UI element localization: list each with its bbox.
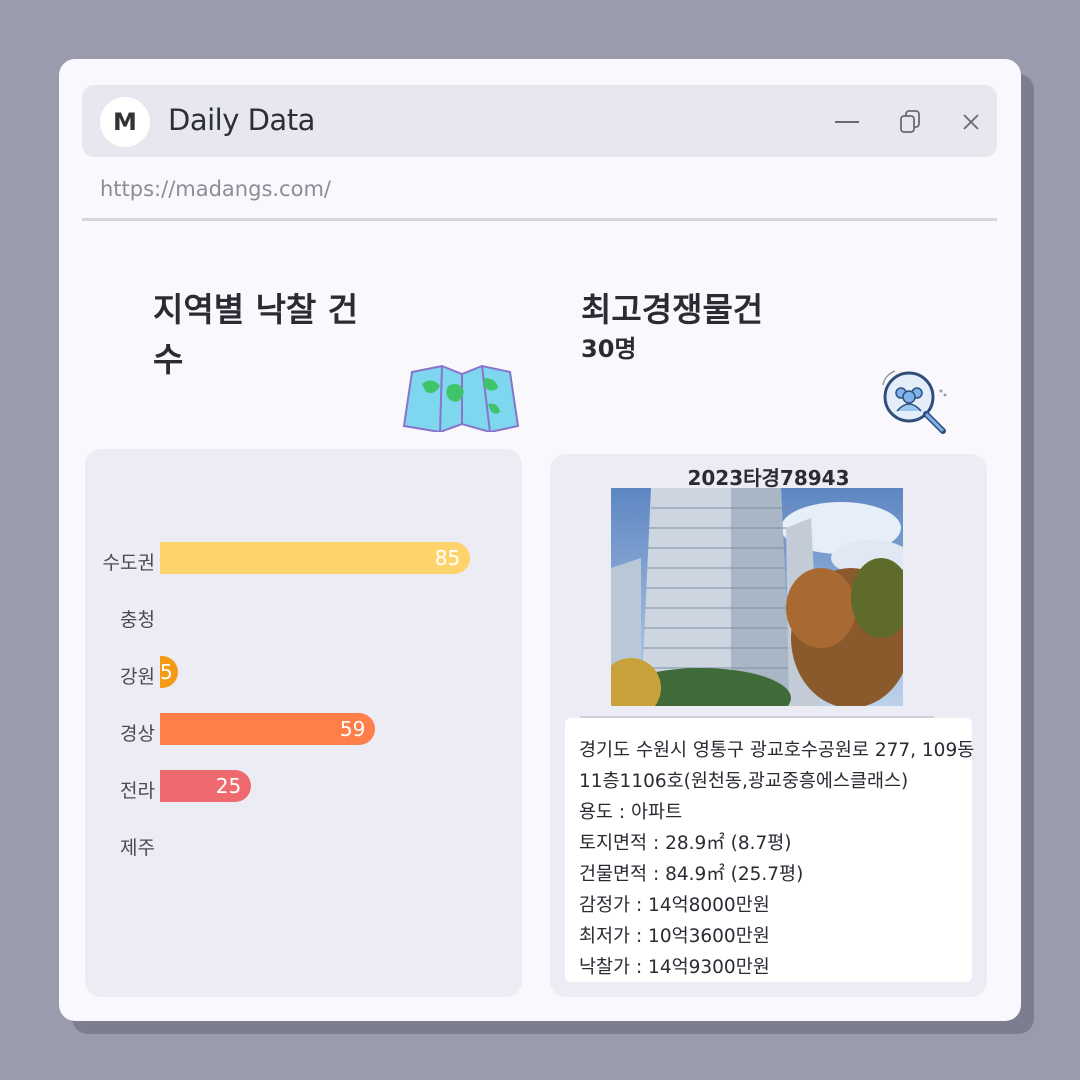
app-logo: M [100,97,150,147]
top-property-panel: 2023타경78943 경기도 수원시 영통구 광교호수공원로 277, 109… [550,454,987,997]
bidder-count: 30명 [581,335,637,363]
close-button[interactable] [956,107,986,137]
info-land-area: 토지면적 : 28.9㎡ (8.7평) [579,833,792,854]
app-title: Daily Data [168,103,315,137]
divider [82,218,997,221]
address-bar[interactable]: https://madangs.com/ [100,177,331,201]
bar-label: 전라 [120,780,155,802]
info-building-area: 건물면적 : 84.9㎡ (25.7평) [579,864,804,885]
info-minimum-price: 최저가 : 10억3600만원 [579,926,770,947]
bar-value-label: 25 [215,774,242,798]
section-title-regional: 지역별 낙찰 건수 [153,290,359,379]
bar: 59 [160,713,376,745]
info-usage: 용도 : 아파트 [579,802,683,823]
bar: 85 [160,542,471,574]
restore-button[interactable] [896,107,926,137]
restore-icon [900,110,920,133]
title-bar: M Daily Data [82,85,997,157]
section-title-top-competition: 최고경쟁물건 [581,290,764,329]
bar-label: 충청 [120,609,155,631]
minimize-button[interactable] [832,107,862,137]
app-window: M Daily Data https://madangs.com/ 지역별 낙찰… [59,59,1021,1021]
bar-label: 제주 [120,837,155,859]
bar-value-label: 5 [160,660,173,684]
bar-label: 경상 [120,723,155,745]
regional-chart-panel: 수도권 85 충청강원 5 경상 59 전라 25 제주 [85,449,522,997]
minimize-icon [835,121,859,123]
property-photo [611,488,903,706]
bar-value-label: 59 [339,717,366,741]
info-winning-price: 낙찰가 : 14억9300만원 [579,957,770,978]
case-number: 2023타경78943 [687,466,850,490]
info-address-line1: 경기도 수원시 영통구 광교호수공원로 277, 109동 [579,740,975,761]
map-icon [402,364,520,432]
bar-label: 강원 [120,666,155,688]
info-appraised-price: 감정가 : 14억8000만원 [579,895,770,916]
info-address-line2: 11층1106호(원천동,광교중흥에스클래스) [579,771,909,792]
search-people-icon [882,370,947,434]
bar: 25 [160,770,252,802]
bar-label: 수도권 [102,552,155,574]
bar-value-label: 85 [434,546,461,570]
bar: 5 [160,656,179,688]
property-info-card: 경기도 수원시 영통구 광교호수공원로 277, 109동 11층1106호(원… [565,718,975,982]
close-icon [963,114,979,130]
